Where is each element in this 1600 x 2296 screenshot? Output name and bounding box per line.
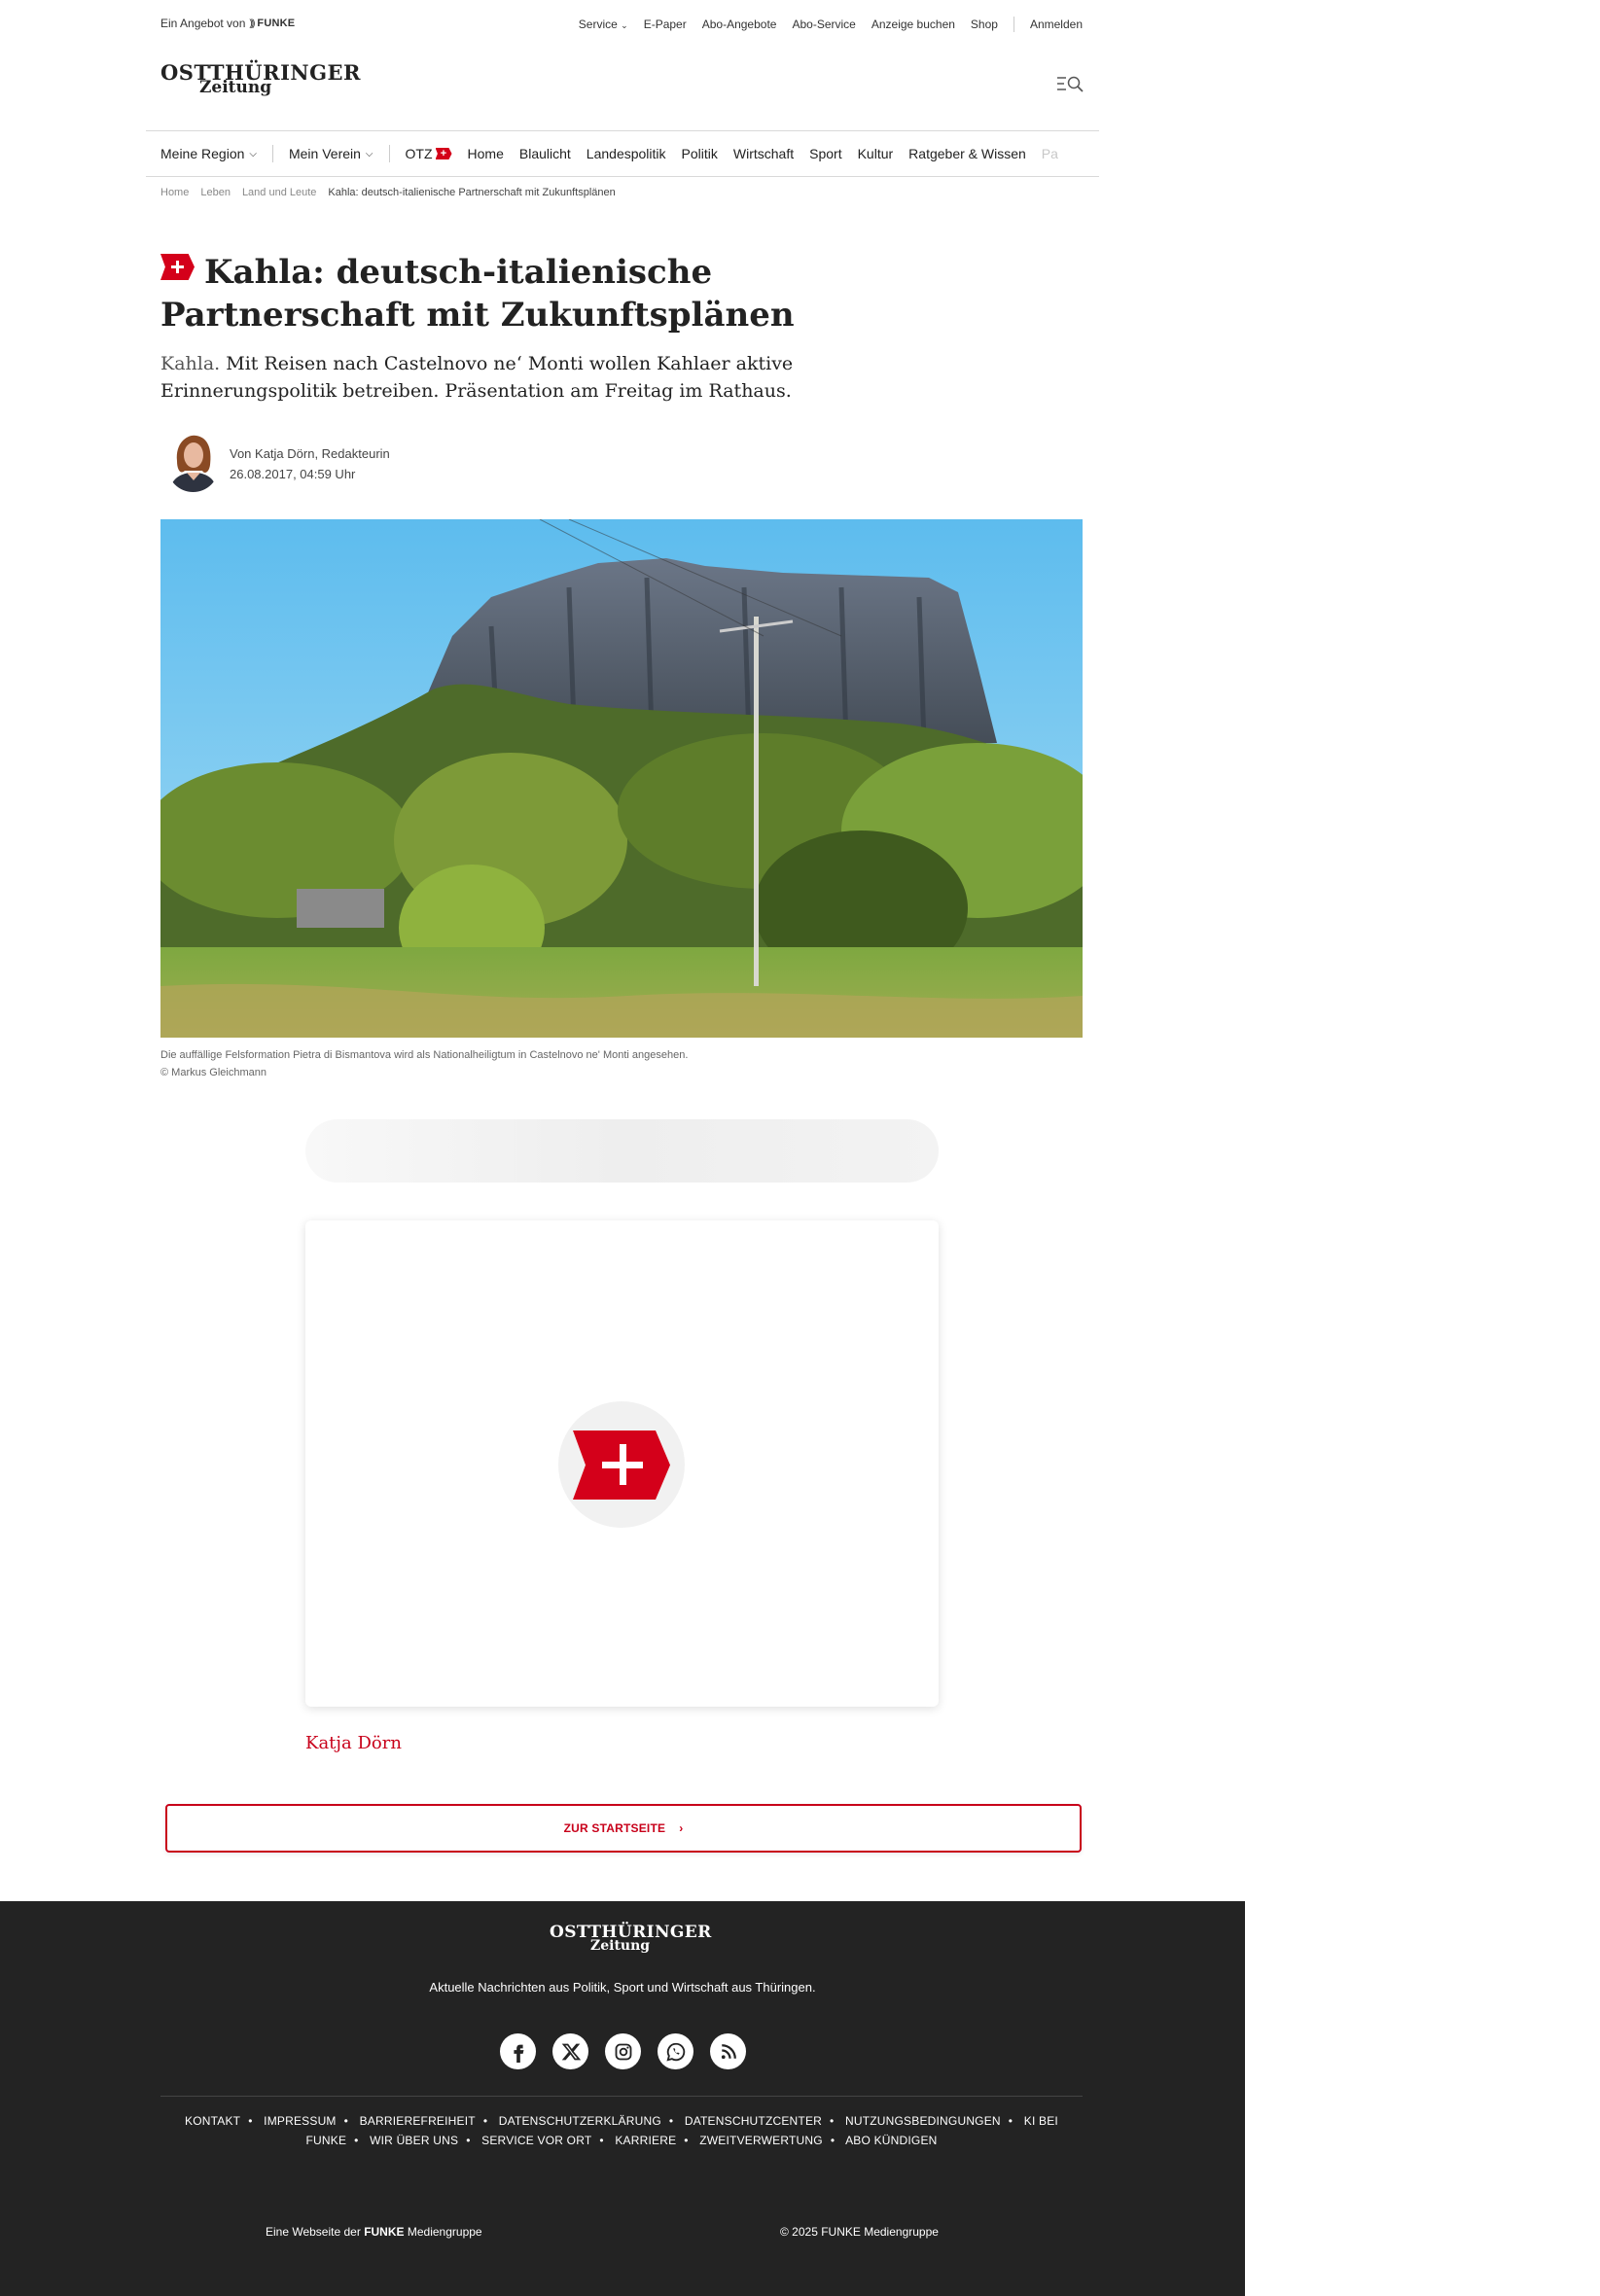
footer-divider bbox=[160, 2096, 1083, 2097]
caption-credit: © Markus Gleichmann bbox=[160, 1067, 267, 1078]
funke-logo-icon: ))) bbox=[249, 18, 255, 29]
divider bbox=[271, 145, 273, 162]
breadcrumb-home[interactable]: Home bbox=[160, 187, 189, 198]
nav-politik[interactable]: Politik bbox=[682, 146, 718, 161]
footer-link-nutzungsbedingungen[interactable]: NUTZUNGSBEDINGUNGEN bbox=[845, 2114, 1001, 2128]
facebook-icon[interactable] bbox=[500, 2033, 536, 2069]
paywall-card bbox=[305, 1220, 939, 1707]
publish-date: 26.08.2017, 04:59 Uhr bbox=[230, 467, 356, 481]
nav-ratgeber[interactable]: Ratgeber & Wissen bbox=[908, 146, 1026, 161]
author-avatar[interactable] bbox=[167, 432, 219, 492]
nav-sport[interactable]: Sport bbox=[809, 146, 841, 161]
publisher-brand[interactable]: FUNKE bbox=[364, 2225, 404, 2239]
site-logo[interactable]: OSTTHÜRINGER Zeitung bbox=[160, 62, 361, 95]
footer-link-abo-kuendigen[interactable]: ABO KÜNDIGEN bbox=[845, 2134, 937, 2147]
footer-link-kontakt[interactable]: KONTAKT bbox=[185, 2114, 240, 2128]
footer-links: KONTAKT • IMPRESSUM • BARRIEREFREIHEIT • DA… bbox=[185, 2114, 1058, 2147]
teaser-text: Mit Reisen nach Castelnovo ne‘ Monti wol… bbox=[160, 353, 794, 402]
nav-otz-plus[interactable]: OTZ + bbox=[406, 146, 452, 161]
abo-service-link[interactable]: Abo-Service bbox=[792, 18, 855, 31]
author-profile-link[interactable]: Katja Dörn bbox=[305, 1733, 402, 1753]
footer-tagline: Aktuelle Nachrichten aus Politik, Sport … bbox=[429, 1980, 816, 1995]
footer-link-impressum[interactable]: IMPRESSUM bbox=[264, 2114, 336, 2128]
divider bbox=[388, 145, 390, 162]
utility-links: Service ⌄ E-Paper Abo-Angebote Abo-Servi… bbox=[579, 17, 1083, 32]
caption-text: Die auffällige Felsformation Pietra di B… bbox=[160, 1049, 689, 1061]
homepage-button[interactable]: ZUR STARTSEITE › bbox=[165, 1804, 1082, 1853]
divider bbox=[1013, 17, 1014, 32]
footer-link-wir-ueber-uns[interactable]: WIR ÜBER UNS bbox=[370, 2134, 458, 2147]
image-caption: Die auffällige Felsformation Pietra di B… bbox=[160, 1046, 688, 1081]
plus-badge-icon bbox=[160, 254, 195, 280]
anzeige-buchen-link[interactable]: Anzeige buchen bbox=[871, 18, 955, 31]
chevron-down-icon: ⌵ bbox=[365, 148, 373, 159]
article-teaser: Kahla. Mit Reisen nach Castelnovo ne‘ Mo… bbox=[160, 350, 929, 405]
nav-blaulicht[interactable]: Blaulicht bbox=[519, 146, 571, 161]
chevron-right-icon: › bbox=[679, 1821, 684, 1835]
footer-link-datenschutzcenter[interactable]: DATENSCHUTZCENTER bbox=[685, 2114, 822, 2128]
nav-more-faded[interactable]: Pa bbox=[1042, 146, 1058, 161]
nav-kultur[interactable]: Kultur bbox=[858, 146, 894, 161]
headline-text: Kahla: deutsch-italienische Partnerschaf… bbox=[160, 253, 795, 335]
top-utility-bar: Ein Angebot von ))) FUNKE Service ⌄ E-Pa… bbox=[160, 14, 1083, 35]
author-meta: Von Katja Dörn, Redakteurin 26.08.2017, … bbox=[230, 443, 390, 484]
offer-prefix: Ein Angebot von bbox=[160, 17, 246, 30]
nav-landespolitik[interactable]: Landespolitik bbox=[587, 146, 666, 161]
instagram-icon[interactable] bbox=[605, 2033, 641, 2069]
footer-link-zweitverwertung[interactable]: ZWEITVERWERTUNG bbox=[699, 2134, 823, 2147]
author-byline[interactable]: Von Katja Dörn, Redakteurin bbox=[230, 443, 390, 464]
whatsapp-icon[interactable] bbox=[658, 2033, 693, 2069]
offer-brand: FUNKE bbox=[257, 18, 296, 29]
chevron-down-icon: ⌄ bbox=[621, 20, 628, 30]
breadcrumb-land-und-leute[interactable]: Land und Leute bbox=[242, 187, 316, 198]
footer-logo[interactable]: OSTTHÜRINGER Zeitung bbox=[550, 1924, 712, 1955]
article-headline: Kahla: deutsch-italienische Partnerschaf… bbox=[160, 251, 939, 336]
teaser-location: Kahla. bbox=[160, 353, 221, 374]
footer-publisher: Eine Webseite der FUNKE Mediengruppe bbox=[266, 2225, 482, 2239]
menu-search-icon[interactable] bbox=[1057, 74, 1084, 93]
abo-angebote-link[interactable]: Abo-Angebote bbox=[702, 18, 777, 31]
plus-badge-icon: + bbox=[435, 148, 452, 159]
footer-link-karriere[interactable]: KARRIERE bbox=[615, 2134, 676, 2147]
shop-link[interactable]: Shop bbox=[971, 18, 998, 31]
main-nav-bar: Meine Region ⌵ Mein Verein ⌵ OTZ + Home Bla… bbox=[146, 130, 1099, 177]
nav-wirtschaft[interactable]: Wirtschaft bbox=[733, 146, 794, 161]
main-nav: Meine Region ⌵ Mein Verein ⌵ OTZ + Home Bla… bbox=[160, 131, 1074, 176]
nav-my-region[interactable]: Meine Region ⌵ bbox=[160, 146, 257, 161]
footer-link-barrierefreiheit[interactable]: BARRIEREFREIHEIT bbox=[360, 2114, 476, 2128]
social-links bbox=[500, 2033, 746, 2069]
footer-link-service-vor-ort[interactable]: SERVICE VOR ORT bbox=[481, 2134, 591, 2147]
service-link[interactable]: Service ⌄ bbox=[579, 18, 628, 31]
site-footer: OSTTHÜRINGER Zeitung Aktuelle Nachrichte… bbox=[0, 1901, 1245, 2296]
breadcrumb: Home Leben Land und Leute Kahla: deutsch… bbox=[160, 187, 616, 198]
breadcrumb-current: Kahla: deutsch-italienische Partnerschaf… bbox=[328, 187, 616, 198]
rss-icon[interactable] bbox=[710, 2033, 746, 2069]
plus-logo-circle bbox=[558, 1401, 685, 1528]
nav-my-club[interactable]: Mein Verein ⌵ bbox=[289, 146, 373, 161]
plus-logo-icon bbox=[573, 1431, 670, 1500]
login-link[interactable]: Anmelden bbox=[1030, 18, 1083, 31]
footer-link-datenschutzerklaerung[interactable]: DATENSCHUTZERKLÄRUNG bbox=[499, 2114, 661, 2128]
epaper-link[interactable]: E-Paper bbox=[644, 18, 687, 31]
chevron-down-icon: ⌵ bbox=[249, 148, 257, 159]
footer-copyright: © 2025 FUNKE Mediengruppe bbox=[780, 2225, 939, 2239]
x-icon[interactable] bbox=[552, 2033, 588, 2069]
loading-placeholder bbox=[305, 1119, 939, 1183]
footer-logo-line2: Zeitung bbox=[590, 1938, 651, 1955]
nav-home[interactable]: Home bbox=[468, 146, 504, 161]
breadcrumb-leben[interactable]: Leben bbox=[200, 187, 231, 198]
article-hero-image bbox=[160, 519, 1083, 1038]
funke-offer[interactable]: Ein Angebot von ))) FUNKE bbox=[160, 17, 295, 30]
homepage-button-label: ZUR STARTSEITE bbox=[563, 1821, 666, 1835]
